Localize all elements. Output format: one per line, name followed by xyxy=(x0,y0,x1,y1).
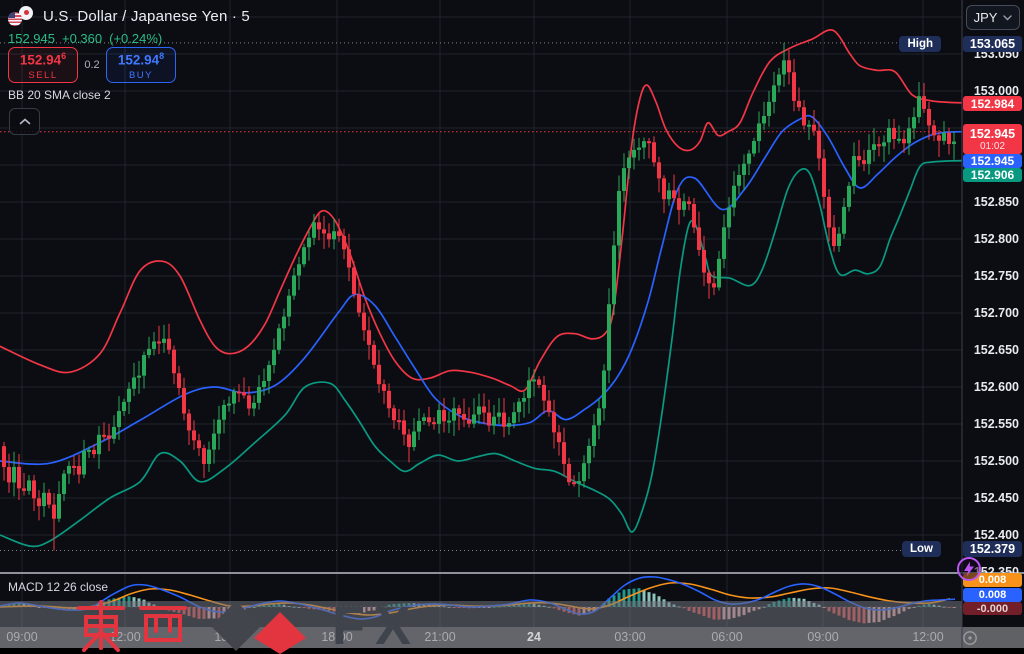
change-pct-text: (+0.24%) xyxy=(109,31,162,46)
bb-lower-badge: 152.906 xyxy=(963,168,1022,182)
chevron-down-icon xyxy=(1003,15,1012,21)
watermark-diamond-icon xyxy=(208,598,316,654)
time-label: 21:00 xyxy=(418,630,462,644)
bb-upper-badge: 152.984 xyxy=(963,96,1022,111)
price-tick: 152.550 xyxy=(974,417,1019,431)
price-tick: 152.500 xyxy=(974,454,1019,468)
price-tick: 152.850 xyxy=(974,195,1019,209)
price-tick: 152.800 xyxy=(974,232,1019,246)
trade-buttons-row: 152.946 SELL 0.2 152.948 BUY xyxy=(8,47,176,83)
collapse-legend-button[interactable] xyxy=(9,108,40,135)
price-change-row: 152.945 +0.360 (+0.24%) xyxy=(8,31,250,46)
trading-app-window: FX U.S. Dollar / Japanese Yen · 5 152.94… xyxy=(0,0,1024,654)
currency-dropdown[interactable]: JPY xyxy=(966,5,1020,30)
time-label: 24 xyxy=(512,630,556,644)
macd-indicator-label[interactable]: MACD 12 26 close xyxy=(8,580,108,594)
price-tick: 152.600 xyxy=(974,380,1019,394)
price-tick: 152.700 xyxy=(974,306,1019,320)
flash-trade-icon[interactable] xyxy=(955,555,983,583)
price-tick: 152.650 xyxy=(974,343,1019,357)
currency-value: JPY xyxy=(974,10,998,25)
symbol-row[interactable]: U.S. Dollar / Japanese Yen · 5 xyxy=(8,5,250,27)
buy-button[interactable]: 152.948 BUY xyxy=(106,47,176,83)
time-label: 06:00 xyxy=(705,630,749,644)
bb-basis-badge: 152.945 xyxy=(963,154,1022,168)
broker-watermark: FX xyxy=(74,597,421,654)
time-label: 09:00 xyxy=(801,630,845,644)
watermark-fx-text: FX xyxy=(332,599,421,653)
chart-canvas[interactable] xyxy=(0,0,1024,654)
us-flag-icon xyxy=(8,12,22,26)
bb-indicator-label[interactable]: BB 20 SMA close 2 xyxy=(8,88,111,102)
symbol-title: U.S. Dollar / Japanese Yen · 5 xyxy=(43,8,250,25)
macd-line-badge: 0.008 xyxy=(963,588,1022,602)
sell-button[interactable]: 152.946 SELL xyxy=(8,47,78,83)
price-tick: 152.400 xyxy=(974,528,1019,542)
high-word-badge: High xyxy=(899,36,941,52)
spread-value: 0.2 xyxy=(78,59,106,71)
sell-label: SELL xyxy=(28,70,57,81)
chevron-up-icon xyxy=(19,118,31,125)
low-word-badge: Low xyxy=(902,541,941,557)
macd-hist-badge: -0.000 xyxy=(963,602,1022,615)
price-axis[interactable]: 153.050153.000152.850152.800152.750152.7… xyxy=(962,0,1024,601)
buy-label: BUY xyxy=(129,70,153,81)
price-tick: 152.750 xyxy=(974,269,1019,283)
last-price-text: 152.945 xyxy=(8,31,55,46)
chart-legend: U.S. Dollar / Japanese Yen · 5 152.945 +… xyxy=(8,5,250,46)
candle-countdown: 01:02 xyxy=(980,141,1005,152)
watermark-cjk-icon xyxy=(74,598,192,654)
usdjpy-flags-icon xyxy=(8,6,36,27)
last-price-badge: 152.945 01:02 xyxy=(963,124,1022,154)
high-price-badge: 153.065 xyxy=(963,36,1022,52)
price-tick: 152.450 xyxy=(974,491,1019,505)
change-text: +0.360 xyxy=(62,31,102,46)
timezone-settings-icon[interactable] xyxy=(962,630,978,646)
time-label: 12:00 xyxy=(906,630,950,644)
time-label: 09:00 xyxy=(0,630,44,644)
time-label: 03:00 xyxy=(608,630,652,644)
